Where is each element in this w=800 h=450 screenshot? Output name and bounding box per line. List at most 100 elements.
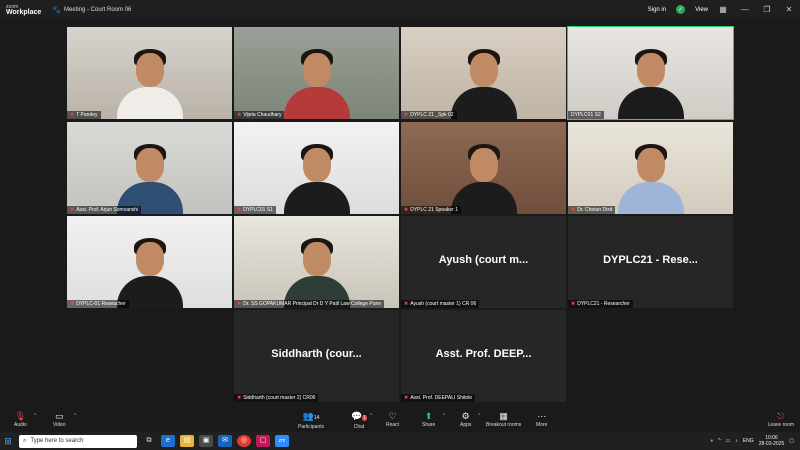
more-icon: ⋯ [537,411,547,421]
video-tile[interactable]: ✖ DYPLC 21 _Spk 02 [401,27,566,119]
view-dropdown-icon[interactable]: ▦ [712,5,734,14]
video-tile[interactable]: ✖ Asst. Prof. Arjun Somvanshi [67,122,232,214]
camera-icon: ▭ [55,411,64,421]
mic-muted-icon: ✖ [70,112,75,118]
participant-video [115,49,185,119]
file-explorer-icon[interactable]: ▤ [180,435,194,447]
weather-icon[interactable]: ● [710,438,713,444]
mic-muted-icon: ✖ [571,207,576,213]
participant-name: ✖ DYPLC01 S1 [234,206,276,214]
participant-name: ✖ Dr. SS GOPAKUMAR Principal Dr D Y Patil… [234,300,385,308]
store-icon[interactable]: ▣ [199,435,213,447]
participant-name: DYPLC01 S2 [568,111,604,119]
chat-button[interactable]: 💬1 Chat [351,411,367,430]
participant-video [449,144,519,214]
more-button[interactable]: ⋯ More [536,411,547,428]
mic-muted-icon: ✖ [404,112,409,118]
video-tile[interactable]: ✖ Vijeta Chaudhary [234,27,399,119]
windows-taskbar: ⊞ ⌕ Type here to search ⧉ e ▤ ▣ ✉ ◎ ▢ zm… [0,432,800,450]
participant-name: ✖ Asst. Prof. DEEPALI Shitole [401,394,476,402]
audio-button[interactable]: 🎙 Audio [14,411,27,428]
participant-display-name: Siddharth (cour... [271,348,362,360]
breakout-rooms-button[interactable]: ▦ Breakout rooms [486,411,521,428]
chat-options-caret-icon[interactable]: ^ [370,413,372,419]
zoom-taskbar-icon[interactable]: zm [275,435,289,447]
network-icon[interactable]: ▭ [726,438,731,444]
react-button[interactable]: ♡ React [386,411,399,428]
video-tile-no-video[interactable]: Ayush (court m... ✖ Ayush (court master 1… [401,216,566,308]
sign-in-button[interactable]: Sign in [648,7,666,13]
meeting-toolbar: 🎙 Audio ^ ▭ Video ^ 👥14 Participants 💬1 … [0,408,800,432]
close-icon[interactable]: ✕ [778,5,800,14]
video-options-caret-icon[interactable]: ^ [74,413,76,419]
apps-options-caret-icon[interactable]: ^ [478,413,480,419]
shield-icon[interactable]: ✓ [676,5,686,14]
maximize-icon[interactable]: ❐ [756,5,778,14]
participant-video [282,49,352,119]
mic-muted-icon: ✖ [70,207,75,213]
mic-muted-icon: ✖ [404,207,409,213]
system-tray: ● ^ ▭ ♪ ENG 10:06 28-03-2025 ▢ [710,432,794,450]
leave-room-button[interactable]: ⎋ Leave room [768,411,794,428]
mic-muted-icon: ✖ [404,301,409,307]
leave-icon: ⎋ [777,411,785,421]
video-tile[interactable]: ✖ Dr. SS GOPAKUMAR Principal Dr D Y Patil… [234,216,399,308]
participant-name: ✖ Siddharth (court master 2) CR06 [234,394,319,402]
participant-video [282,238,352,308]
video-tile[interactable]: ✖ T Pandey [67,27,232,119]
share-screen-icon: ⬆ [424,411,433,421]
heart-icon: ♡ [388,411,397,421]
participant-video [616,49,686,119]
participant-video [449,49,519,119]
participant-name: ✖ DYPLC21 - Researcher [568,300,633,308]
apps-button[interactable]: ⚙ Apps [460,411,471,428]
video-tile[interactable]: ✖ DYPLC-01 Reseacher [67,216,232,308]
clock[interactable]: 10:06 28-03-2025 [759,435,785,447]
video-tile[interactable]: ✖ Dr. Chetan Dixit [568,122,733,214]
notifications-icon[interactable]: ▢ [789,438,794,444]
task-view-icon[interactable]: ⧉ [142,435,156,447]
video-tile-no-video[interactable]: DYPLC21 - Rese... ✖ DYPLC21 - Researcher [568,216,733,308]
volume-icon[interactable]: ♪ [735,438,738,444]
mic-muted-icon: ✖ [237,207,242,213]
tray-expand-icon[interactable]: ^ [718,438,720,444]
breakout-rooms-icon: ▦ [499,411,508,421]
participant-video [282,144,352,214]
view-button[interactable]: View [695,7,708,13]
video-tile[interactable]: ✖ DYPLC 21 Speaker 1 [401,122,566,214]
minimize-icon[interactable]: — [734,5,756,14]
edge-icon[interactable]: e [161,435,175,447]
video-tile-no-video[interactable]: Asst. Prof. DEEP... ✖ Asst. Prof. DEEPALI… [401,310,566,402]
title-bar: zoom Workplace 🐾 Meeting - Court Room 06… [0,0,800,19]
windows-start-icon[interactable]: ⊞ [0,436,16,447]
participant-name: ✖ T Pandey [67,111,101,119]
language-indicator[interactable]: ENG [743,438,754,444]
participant-name: ✖ DYPLC 21 _Spk 02 [401,111,457,119]
video-button[interactable]: ▭ Video [53,411,66,428]
participants-button[interactable]: 👥14 Participants [298,411,324,430]
chat-icon: 💬1 [351,411,367,421]
participant-name: ✖ Vijeta Chaudhary [234,111,285,119]
paw-icon[interactable]: 🐾 [52,6,62,14]
mic-muted-icon: ✖ [237,112,242,118]
mic-muted-icon: ✖ [404,395,409,401]
video-tile-active-speaker[interactable]: DYPLC01 S2 [567,26,734,120]
office-icon[interactable]: ▢ [256,435,270,447]
mail-icon[interactable]: ✉ [218,435,232,447]
mic-muted-icon: ✖ [237,301,242,307]
participants-icon: 👥14 [302,411,320,421]
participant-video [616,144,686,214]
share-button[interactable]: ⬆ Share [422,411,435,428]
chrome-icon[interactable]: ◎ [237,435,251,447]
search-icon: ⌕ [23,437,27,444]
share-options-caret-icon[interactable]: ^ [443,413,445,419]
mic-off-icon: 🎙 [14,411,27,421]
apps-icon: ⚙ [461,411,470,421]
audio-options-caret-icon[interactable]: ^ [34,413,36,419]
taskbar-search-input[interactable]: ⌕ Type here to search [19,434,137,448]
participant-display-name: Ayush (court m... [438,254,529,266]
chat-badge: 1 [362,415,367,421]
video-tile[interactable]: ✖ DYPLC01 S1 [234,122,399,214]
video-tile-no-video[interactable]: Siddharth (cour... ✖ Siddharth (court mas… [234,310,399,402]
participant-video [115,238,185,308]
